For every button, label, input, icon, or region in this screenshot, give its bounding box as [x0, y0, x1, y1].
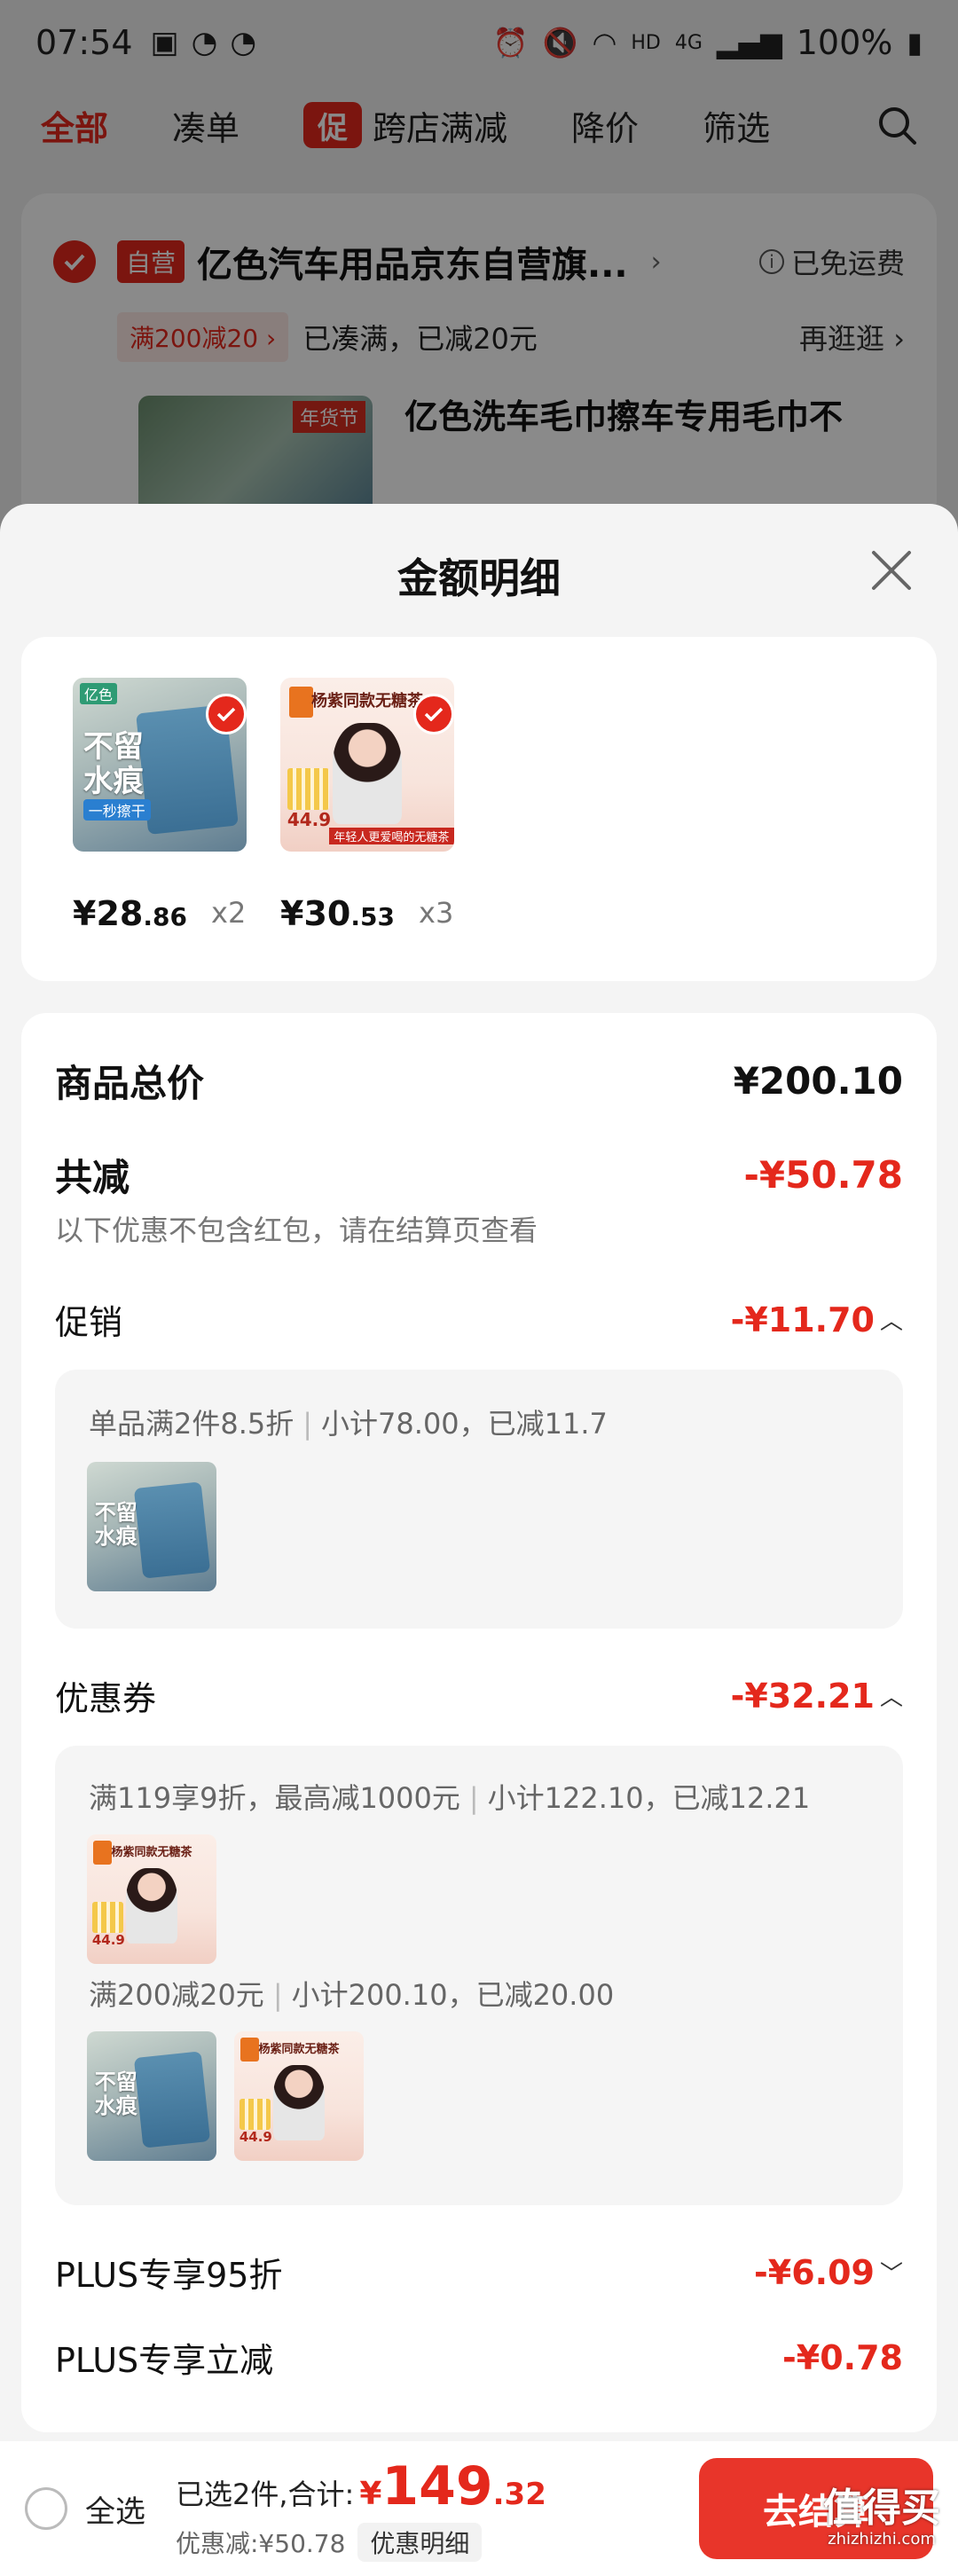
promotion-amount: -¥11.70	[730, 1300, 875, 1339]
item-qty: x3	[419, 896, 454, 930]
towel-text-1: 不留	[82, 728, 144, 765]
item-price: ¥28.86	[73, 894, 187, 933]
tea-price: 44.9	[91, 1932, 125, 1949]
coupon-rule-detail: 小计122.10，已减12.21	[487, 1781, 811, 1815]
item-qty: x2	[211, 896, 247, 930]
coupon-item-image: 杨紫同款无糖茶 44.9	[234, 2031, 364, 2161]
selected-count: 已选2件,合计:	[176, 2478, 355, 2511]
subtotal-value: ¥200.10	[733, 1059, 903, 1103]
plus-instant-label: PLUS专享立减	[55, 2341, 274, 2380]
towel-text-2: 水痕	[82, 763, 144, 799]
promotion-rule: 单品满2件8.5折	[89, 1407, 294, 1441]
discount-note: 以下优惠不包含红包，请在结算页查看	[55, 1213, 538, 1247]
tea-banner: 年轻人更爱喝的无糖茶	[328, 828, 454, 845]
tea-headline: 杨紫同款无糖茶	[258, 2042, 340, 2056]
coupon-rule-line: 满119享9折，最高减1000元 | 小计122.10，已减12.21	[89, 1781, 811, 1815]
plus-discount-amount: -¥6.09	[754, 2252, 875, 2292]
promotion-item-image: 不留 水痕	[87, 1462, 216, 1591]
promotion-detail-box: 单品满2件8.5折 | 小计78.00，已减11.7 不留 水痕	[55, 1370, 903, 1629]
coupon-rule-line: 满200减20元 | 小计200.10，已减20.00	[89, 1978, 615, 2012]
towel-text-2: 水痕	[94, 1524, 137, 1550]
checkout-bar: 全选 已选2件,合计: ¥ 149 .32 优惠减:¥50.78 优惠明细 去结…	[0, 2441, 958, 2576]
total-currency: ¥	[359, 2476, 382, 2512]
plus-instant-row: PLUS专享立减 -¥0.78	[55, 2333, 903, 2382]
total-amount-int: 149	[381, 2455, 493, 2517]
item-price-int: ¥30	[280, 894, 351, 933]
watermark: 值得买 zhizhizhi.com	[823, 2489, 940, 2548]
item-price-dec: .53	[350, 902, 395, 931]
coupon-rule-detail: 小计200.10，已减20.00	[291, 1978, 615, 2012]
tea-price: 44.9	[239, 2129, 272, 2146]
sheet-title: 金额明细	[397, 554, 561, 602]
item-price-int: ¥28	[73, 894, 144, 933]
promotion-rule-detail: 小计78.00，已减11.7	[321, 1407, 608, 1441]
discount-value: -¥50.78	[743, 1153, 903, 1197]
brand-label: 亿色	[79, 682, 117, 704]
coupon-label: 优惠券	[55, 1679, 157, 1718]
coupon-rule: 满119享9折，最高减1000元	[89, 1781, 460, 1815]
coupon-item-image: 不留 水痕	[87, 2031, 216, 2161]
plus-discount-value: -¥6.09 ﹀	[754, 2253, 903, 2292]
discount-label: 共减	[55, 1156, 130, 1199]
promotion-label: 促销	[55, 1303, 123, 1342]
total-summary: 已选2件,合计: ¥ 149 .32 优惠减:¥50.78 优惠明细	[176, 2455, 546, 2562]
plus-discount-label: PLUS专享95折	[55, 2256, 283, 2295]
coupon-value: -¥32.21 ︿	[731, 1677, 903, 1716]
coupon-amount: -¥32.21	[730, 1676, 875, 1716]
chevron-up-icon: ︿	[879, 1685, 903, 1711]
coupon-rule: 满200减20元	[89, 1978, 264, 2012]
total-amount-dec: .32	[492, 2477, 546, 2512]
towel-text-1: 不留	[94, 2069, 137, 2094]
plus-discount-row[interactable]: PLUS专享95折 -¥6.09 ﹀	[55, 2248, 903, 2297]
selected-items-card: 亿色 不留 水痕 一秒擦干 杨紫同款无糖茶 44.9 年轻人更爱喝的无糖茶 ¥2…	[21, 637, 937, 981]
coupon-item-image: 杨紫同款无糖茶 44.9	[87, 1834, 216, 1964]
promotion-value: -¥11.70 ︿	[731, 1300, 903, 1339]
discount-detail-button[interactable]: 优惠明细	[357, 2523, 483, 2562]
sheet-header: 金额明细	[0, 504, 958, 637]
item-check-icon[interactable]	[206, 694, 247, 734]
tea-headline: 杨紫同款无糖茶	[111, 1845, 192, 1859]
tea-price: 44.9	[287, 809, 332, 831]
subtotal-label: 商品总价	[55, 1062, 205, 1105]
close-icon[interactable]	[869, 548, 914, 593]
towel-pill: 一秒擦干	[82, 798, 151, 821]
promotion-row[interactable]: 促销 -¥11.70 ︿	[55, 1295, 903, 1344]
plus-instant-value: -¥0.78	[782, 2337, 903, 2377]
item-price-dec: .86	[143, 902, 187, 931]
chevron-up-icon: ︿	[879, 1308, 903, 1335]
discount-total-row: 共减 -¥50.78	[55, 1148, 903, 1202]
amount-detail-sheet: 金额明细 亿色 不留 水痕 一秒擦干 杨紫同款无糖茶 44.9 年轻人更爱喝的无…	[0, 504, 958, 2441]
saving-amount: 优惠减:¥50.78	[176, 2529, 346, 2558]
price-breakdown-card: 商品总价 ¥200.10 共减 -¥50.78 以下优惠不包含红包，请在结算页查…	[21, 1013, 937, 2432]
select-all-checkbox[interactable]	[25, 2487, 67, 2530]
watermark-sub: zhizhizhi.com	[828, 2530, 936, 2549]
select-all-label[interactable]: 全选	[85, 2487, 145, 2531]
towel-text-2: 水痕	[94, 2093, 137, 2119]
item-price: ¥30.53	[280, 894, 395, 933]
towel-text-1: 不留	[94, 1499, 137, 1525]
subtotal-row: 商品总价 ¥200.10	[55, 1054, 903, 1108]
item-check-icon[interactable]	[413, 694, 454, 734]
coupon-row[interactable]: 优惠券 -¥32.21 ︿	[55, 1671, 903, 1720]
chevron-down-icon: ﹀	[879, 2261, 903, 2288]
coupon-detail-box: 满119享9折，最高减1000元 | 小计122.10，已减12.21 杨紫同款无糖…	[55, 1746, 903, 2205]
promotion-rule-line: 单品满2件8.5折 | 小计78.00，已减11.7	[89, 1407, 608, 1441]
watermark-main: 值得买	[823, 2486, 940, 2531]
